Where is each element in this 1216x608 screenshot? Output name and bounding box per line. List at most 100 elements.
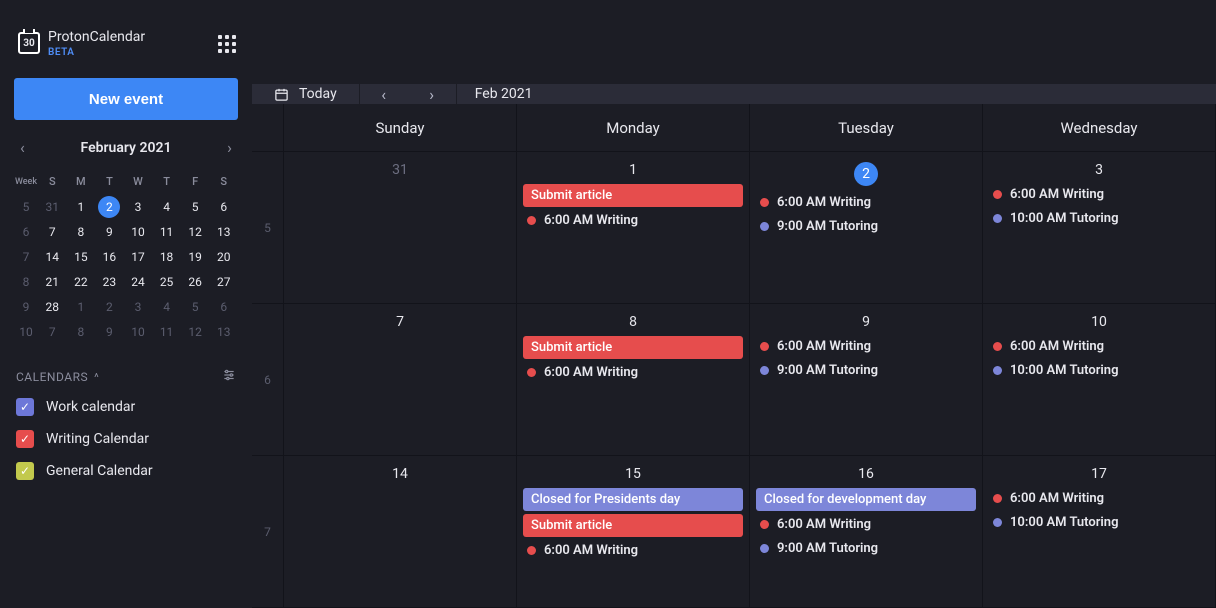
mini-cal-day[interactable]: 24 — [124, 269, 153, 294]
day-cell[interactable]: 36:00 AM Writing 10:00 AM Tutoring — [983, 152, 1216, 303]
mini-cal-day[interactable]: 9 — [95, 219, 124, 244]
calendar-item[interactable]: ✓Writing Calendar — [16, 430, 236, 448]
event-item[interactable]: 6:00 AM Writing — [523, 210, 743, 231]
mini-cal-day[interactable]: 10 — [124, 219, 153, 244]
day-number[interactable]: 14 — [284, 456, 516, 488]
mini-cal-day[interactable]: 31 — [38, 194, 67, 219]
mini-cal-day[interactable]: 17 — [124, 244, 153, 269]
day-number[interactable]: 8 — [517, 304, 749, 336]
day-number[interactable]: 31 — [284, 152, 516, 184]
day-cell[interactable]: 106:00 AM Writing10:00 AM Tutoring — [983, 304, 1216, 455]
day-number[interactable]: 3 — [983, 152, 1215, 184]
calendar-settings-icon[interactable] — [222, 368, 236, 386]
day-cell[interactable]: 16Closed for development day 6:00 AM Writ… — [750, 456, 983, 607]
brand[interactable]: 30 ProtonCalendar BETA — [18, 30, 145, 58]
event-block[interactable]: Submit article — [523, 184, 743, 207]
day-cell[interactable]: 176:00 AM Writing 10:00 AM Tutoring — [983, 456, 1216, 607]
event-item[interactable]: 6:00 AM Writing — [989, 488, 1209, 509]
mini-cal-day[interactable]: 16 — [95, 244, 124, 269]
mini-cal-next-icon[interactable]: › — [223, 134, 236, 161]
mini-cal-day[interactable]: 1 — [67, 194, 96, 219]
mini-cal-day[interactable]: 21 — [38, 269, 67, 294]
mini-cal-day[interactable]: 19 — [181, 244, 210, 269]
mini-cal-day[interactable]: 4 — [152, 194, 181, 219]
mini-cal-day[interactable]: 7 — [38, 219, 67, 244]
event-item[interactable]: 9:00 AM Tutoring — [756, 216, 976, 237]
today-button[interactable]: Today — [252, 84, 360, 104]
day-number[interactable]: 10 — [983, 304, 1215, 336]
event-item[interactable]: 6:00 AM Writing — [989, 336, 1209, 357]
event-item[interactable]: 9:00 AM Tutoring — [756, 360, 976, 381]
day-cell[interactable]: 31 — [284, 152, 517, 303]
mini-cal-day[interactable]: 11 — [152, 319, 181, 344]
mini-cal-day[interactable]: 6 — [209, 194, 238, 219]
event-item[interactable]: 6:00 AM Writing — [756, 336, 976, 357]
event-item[interactable]: 6:00 AM Writing — [523, 362, 743, 383]
new-event-button[interactable]: New event — [14, 78, 238, 120]
mini-cal-day[interactable]: 23 — [95, 269, 124, 294]
event-block[interactable]: Closed for Presidents day — [523, 488, 743, 511]
calendar-checkbox[interactable]: ✓ — [16, 430, 34, 448]
day-number[interactable]: 9 — [750, 304, 982, 336]
mini-cal-day[interactable]: 13 — [209, 319, 238, 344]
calendar-item[interactable]: ✓Work calendar — [16, 398, 236, 416]
mini-cal-prev-icon[interactable]: ‹ — [16, 134, 29, 161]
mini-cal-day[interactable]: 1 — [67, 294, 96, 319]
event-item[interactable]: 6:00 AM Writing — [523, 540, 743, 561]
day-number[interactable]: 7 — [284, 304, 516, 336]
mini-cal-day[interactable]: 4 — [152, 294, 181, 319]
mini-cal-day[interactable]: 12 — [181, 319, 210, 344]
day-cell[interactable]: 96:00 AM Writing 9:00 AM Tutoring — [750, 304, 983, 455]
calendar-checkbox[interactable]: ✓ — [16, 398, 34, 416]
mini-cal-day[interactable]: 7 — [38, 319, 67, 344]
mini-cal-day[interactable]: 12 — [181, 219, 210, 244]
mini-cal-day[interactable]: 5 — [181, 194, 210, 219]
mini-cal-title[interactable]: February 2021 — [81, 140, 172, 156]
mini-cal-day[interactable]: 2 — [98, 196, 120, 218]
event-item[interactable]: 10:00 AM Tutoring — [989, 208, 1209, 229]
day-number[interactable]: 17 — [983, 456, 1215, 488]
day-number[interactable]: 2 — [750, 152, 982, 192]
mini-cal-day[interactable]: 11 — [152, 219, 181, 244]
mini-cal-day[interactable]: 3 — [124, 294, 153, 319]
day-number[interactable]: 1 — [517, 152, 749, 184]
mini-cal-day[interactable]: 25 — [152, 269, 181, 294]
mini-cal-day[interactable]: 20 — [209, 244, 238, 269]
day-cell[interactable]: 8Submit article 6:00 AM Writing — [517, 304, 750, 455]
event-item[interactable]: 9:00 AM Tutoring — [756, 538, 976, 559]
day-cell[interactable]: 2 6:00 AM Writing 9:00 AM Tutoring — [750, 152, 983, 303]
mini-cal-day[interactable]: 18 — [152, 244, 181, 269]
calendars-heading[interactable]: CALENDARS ^ — [16, 362, 236, 398]
day-number[interactable]: 15 — [517, 456, 749, 488]
event-item[interactable]: 10:00 AM Tutoring — [989, 512, 1209, 533]
mini-cal-day[interactable]: 2 — [95, 294, 124, 319]
event-item[interactable]: 6:00 AM Writing — [756, 192, 976, 213]
mini-cal-day[interactable]: 8 — [67, 219, 96, 244]
calendar-item[interactable]: ✓General Calendar — [16, 462, 236, 480]
mini-cal-day[interactable]: 8 — [67, 319, 96, 344]
event-item[interactable]: 6:00 AM Writing — [756, 514, 976, 535]
mini-cal-day[interactable]: 26 — [181, 269, 210, 294]
mini-cal-day[interactable]: 14 — [38, 244, 67, 269]
day-cell[interactable]: 1Submit article 6:00 AM Writing — [517, 152, 750, 303]
event-block[interactable]: Submit article — [523, 514, 743, 537]
mini-cal-day[interactable]: 13 — [209, 219, 238, 244]
mini-cal-day[interactable]: 15 — [67, 244, 96, 269]
today-badge[interactable]: 2 — [854, 162, 878, 186]
mini-cal-day[interactable]: 3 — [124, 194, 153, 219]
day-cell[interactable]: 15Closed for Presidents day Submit articl… — [517, 456, 750, 607]
mini-cal-day[interactable]: 10 — [124, 319, 153, 344]
app-switcher-icon[interactable] — [218, 35, 236, 53]
event-block[interactable]: Closed for development day — [756, 488, 976, 511]
event-item[interactable]: 6:00 AM Writing — [989, 184, 1209, 205]
period-label[interactable]: Feb 2021 — [457, 86, 551, 102]
mini-cal-day[interactable]: 28 — [38, 294, 67, 319]
mini-cal-day[interactable]: 9 — [95, 319, 124, 344]
day-cell[interactable]: 14 — [284, 456, 517, 607]
event-block[interactable]: Submit article — [523, 336, 743, 359]
day-number[interactable]: 16 — [750, 456, 982, 488]
mini-cal-day[interactable]: 22 — [67, 269, 96, 294]
day-cell[interactable]: 7 — [284, 304, 517, 455]
calendar-checkbox[interactable]: ✓ — [16, 462, 34, 480]
mini-cal-day[interactable]: 27 — [209, 269, 238, 294]
